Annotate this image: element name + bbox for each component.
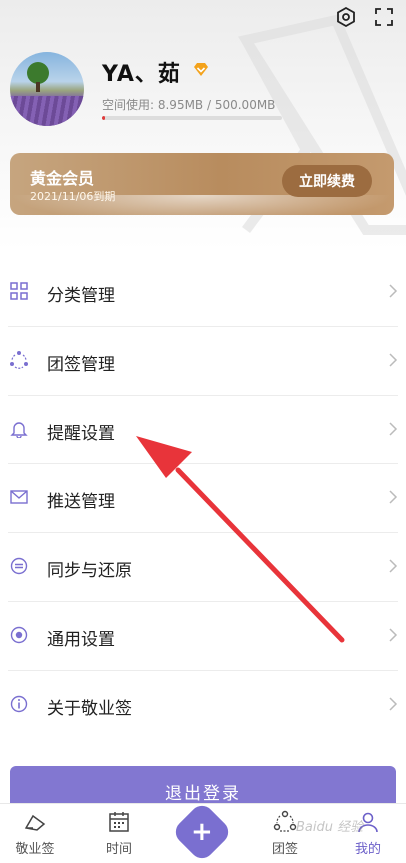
- storage-progress-fill: [102, 116, 106, 120]
- grid-icon: [10, 282, 28, 300]
- menu-item-general[interactable]: 通用设置: [8, 602, 398, 671]
- menu-item-push[interactable]: 推送管理: [8, 464, 398, 534]
- settings-hexagon-icon[interactable]: [335, 6, 357, 28]
- menu-item-label: 关于敬业签: [47, 698, 132, 719]
- add-button[interactable]: +: [170, 800, 234, 863]
- avatar-tree: [27, 62, 49, 84]
- chevron-right-icon: [389, 422, 398, 436]
- avatar-tree-trunk: [36, 82, 40, 92]
- sync-icon: [10, 557, 28, 575]
- calendar-icon: [109, 812, 129, 832]
- chevron-right-icon: [389, 628, 398, 642]
- renew-button[interactable]: 立即续费: [282, 165, 372, 197]
- tab-notes[interactable]: 敬业签: [0, 810, 70, 862]
- tab-label: 我的: [354, 842, 381, 857]
- vip-diamond-icon: [194, 63, 208, 76]
- storage-progress-bar: [102, 116, 282, 120]
- menu-item-team[interactable]: 团签管理: [8, 327, 398, 396]
- chevron-right-icon: [389, 559, 398, 573]
- menu-item-sync[interactable]: 同步与还原: [8, 533, 398, 602]
- username: YA、茹: [102, 62, 181, 87]
- chevron-right-icon: [389, 490, 398, 504]
- membership-expire-date: 2021/11/06到期: [30, 190, 116, 203]
- menu-item-label: 团签管理: [47, 354, 115, 375]
- info-icon: [10, 695, 28, 713]
- chevron-right-icon: [389, 353, 398, 367]
- notes-icon: [24, 814, 46, 831]
- menu-item-label: 同步与还原: [47, 561, 132, 582]
- menu-item-label: 通用设置: [47, 629, 115, 650]
- menu-item-label: 推送管理: [47, 492, 115, 513]
- bell-icon: [10, 420, 28, 438]
- team-cycle-icon: [10, 350, 28, 369]
- menu-item-category[interactable]: 分类管理: [8, 258, 398, 327]
- menu-item-label: 提醒设置: [47, 423, 115, 444]
- menu-item-label: 分类管理: [47, 286, 115, 306]
- storage-usage-text: 空间使用: 8.95MB / 500.00MB: [102, 98, 276, 112]
- avatar-lavender-field: [10, 96, 84, 126]
- team-icon: [273, 810, 297, 832]
- tab-time[interactable]: 时间: [84, 810, 154, 862]
- mail-icon: [10, 488, 28, 506]
- menu-item-reminder[interactable]: 提醒设置: [8, 396, 398, 465]
- chevron-right-icon: [389, 697, 398, 711]
- tab-label: 时间: [105, 842, 132, 857]
- radio-dot-icon: [10, 626, 28, 644]
- membership-card[interactable]: 黄金会员 2021/11/06到期 立即续费: [10, 153, 394, 215]
- tab-label: 团签: [271, 842, 298, 857]
- chevron-right-icon: [389, 284, 398, 298]
- membership-title: 黄金会员: [30, 169, 95, 188]
- tab-label: 敬业签: [15, 842, 55, 857]
- settings-menu: 分类管理 团签管理 提醒设置 推送管理 同步与还原 通用设置 关于敬业签: [0, 258, 406, 740]
- scan-icon[interactable]: [373, 6, 395, 28]
- plus-icon: +: [191, 816, 213, 847]
- menu-item-about[interactable]: 关于敬业签: [8, 671, 398, 740]
- watermark: Baidu 经验: [296, 820, 364, 835]
- avatar[interactable]: [10, 52, 84, 126]
